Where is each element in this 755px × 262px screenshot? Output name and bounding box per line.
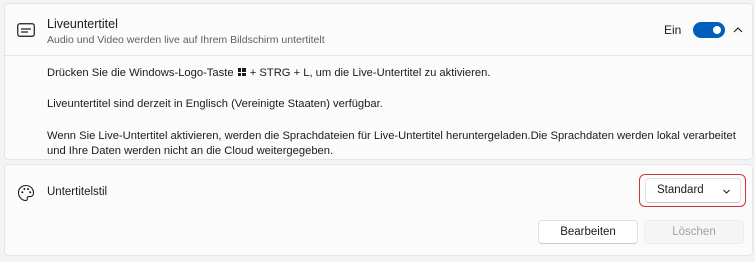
availability-text: Liveuntertitel sind derzeit in Englisch … bbox=[47, 98, 383, 110]
live-captions-toggle[interactable] bbox=[693, 22, 725, 38]
caption-style-value: Standard bbox=[657, 184, 704, 196]
caption-style-label: Untertitelstil bbox=[47, 186, 108, 198]
live-captions-title: Liveuntertitel bbox=[47, 17, 118, 31]
caption-style-select[interactable]: Standard bbox=[645, 178, 741, 203]
toggle-state-label: Ein bbox=[664, 23, 682, 37]
edit-button[interactable]: Bearbeiten bbox=[538, 220, 638, 244]
chevron-down-icon bbox=[723, 189, 730, 194]
closed-captions-icon bbox=[17, 23, 35, 37]
privacy-text: Wenn Sie Live-Untertitel aktivieren, wer… bbox=[47, 130, 736, 157]
live-captions-header[interactable]: Liveuntertitel Audio und Video werden li… bbox=[5, 4, 752, 56]
chevron-up-icon[interactable] bbox=[730, 22, 746, 38]
shortcut-text-before: Drücken Sie die Windows-Logo-Taste bbox=[47, 67, 234, 79]
live-captions-settings: Liveuntertitel Audio und Video werden li… bbox=[0, 0, 755, 262]
caption-style-card: Untertitelstil Standard Bearbeiten Lösch… bbox=[4, 164, 753, 256]
live-captions-card: Liveuntertitel Audio und Video werden li… bbox=[4, 3, 753, 160]
palette-icon bbox=[17, 184, 35, 202]
delete-button[interactable]: Löschen bbox=[644, 220, 744, 244]
shortcut-text-after: + STRG + L, um die Live-Untertitel zu ak… bbox=[249, 67, 491, 79]
toggle-knob bbox=[713, 26, 721, 34]
live-captions-subtitle: Audio und Video werden live auf Ihrem Bi… bbox=[47, 34, 325, 46]
shortcut-instruction: Drücken Sie die Windows-Logo-Taste + STR… bbox=[47, 66, 490, 81]
windows-logo-icon bbox=[237, 68, 246, 76]
